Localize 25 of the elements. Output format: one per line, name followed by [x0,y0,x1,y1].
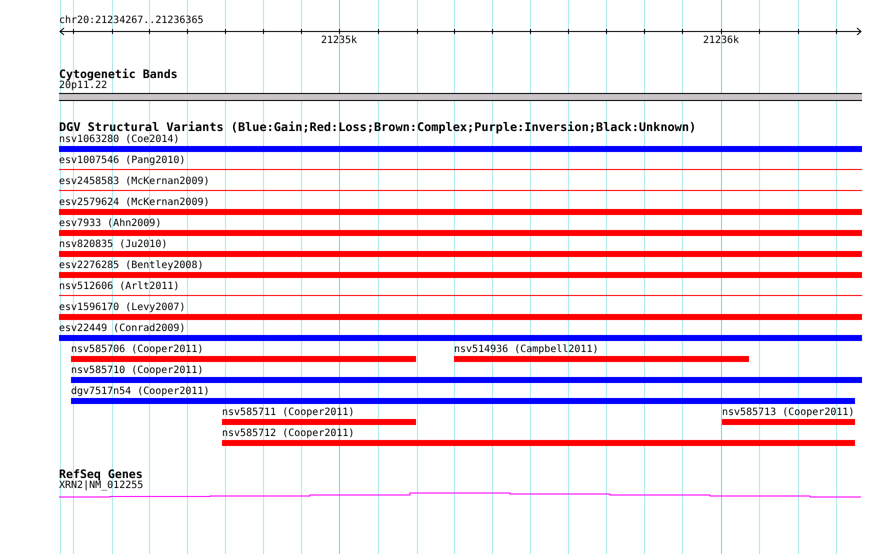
variant-label: nsv512606 (Arlt2011) [59,281,180,293]
variant-label: esv1596170 (Levy2007) [59,302,186,314]
ruler-tick-label: 21235k [320,35,358,47]
variant-label: nsv1063280 (Coe2014) [59,134,180,146]
variant-label: esv22449 (Conrad2009) [59,323,186,335]
variant-label: nsv585706 (Cooper2011) [71,344,204,356]
variant-label: esv1007546 (Pang2010) [59,155,186,167]
ruler-tick-label: 21236k [702,35,740,47]
variant-label: nsv820835 (Ju2010) [59,239,168,251]
variant-label: nsv514936 (Campbell2011) [454,344,598,356]
variant-label: nsv585710 (Cooper2011) [71,365,204,377]
variant-label: nsv585712 (Cooper2011) [222,428,354,440]
variant-label: esv7933 (Ahn2009) [59,218,162,230]
variant-label: dgv7517n54 (Cooper2011) [71,386,210,398]
variant-label: esv2276285 (Bentley2008) [59,260,204,272]
region-label: chr20:21234267..21236365 [59,15,204,27]
variant-label: nsv585711 (Cooper2011) [222,407,354,419]
variant-label: nsv585713 (Cooper2011) [722,407,854,419]
track-title: DGV Structural Variants (Blue:Gain;Red:Loss;Brown:Complex;Purple:Inversion;Black:Unknown) [59,121,696,133]
variant-label: esv2579624 (McKernan2009) [59,197,210,209]
track-title: RefSeq Genes [59,468,143,480]
gene-label: XRN2|NM_012255 [59,480,144,492]
variant-label: esv2458583 (McKernan2009) [59,176,210,188]
track-title: Cytogenetic Bands [59,68,178,80]
band-label: 20p11.22 [59,80,108,92]
